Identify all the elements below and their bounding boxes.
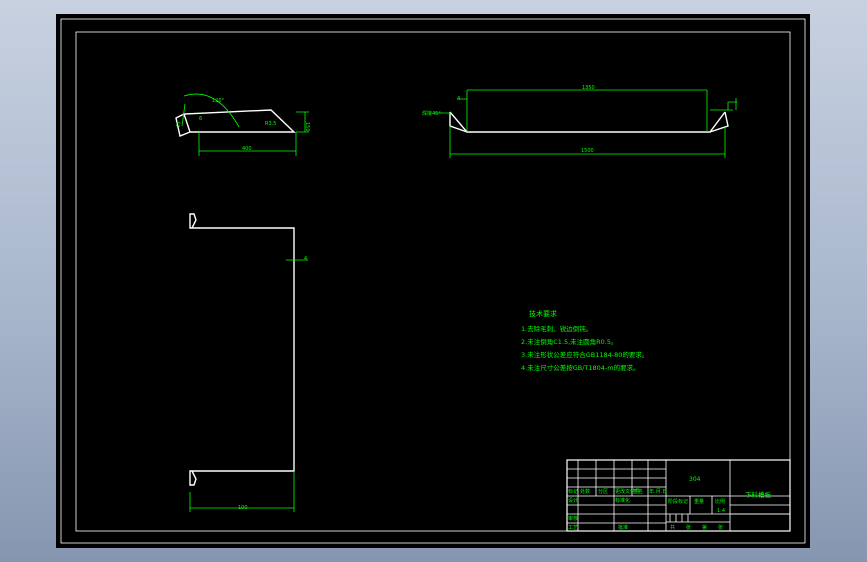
scale-value: 1:4 bbox=[717, 508, 725, 514]
angle-label: 焊接45° bbox=[422, 110, 441, 117]
drawing-sheet: 120° 15 6 R3.5 150 400 焊接45° 4 1350 1500… bbox=[56, 14, 810, 548]
sheet-unit-1: 张 bbox=[686, 524, 691, 531]
bottom-dim-text: 1500 bbox=[581, 148, 594, 154]
row-label-1: 标记 bbox=[568, 488, 578, 495]
scale-label: 比例 bbox=[715, 498, 725, 505]
weight-label: 重量 bbox=[694, 498, 704, 505]
width-dim-line bbox=[198, 132, 297, 156]
material-text: 304 bbox=[689, 476, 701, 483]
sheet-total: 共 bbox=[670, 524, 675, 531]
role-design: 设计 bbox=[568, 497, 578, 504]
side-view-body bbox=[198, 227, 295, 472]
bend-label: R3.5 bbox=[265, 121, 276, 127]
top-dim-text: 1350 bbox=[582, 85, 595, 91]
cad-drawing: 120° 15 6 R3.5 150 400 焊接45° 4 1350 1500… bbox=[60, 18, 806, 544]
thickness-label: 4 bbox=[304, 256, 307, 262]
tech-requirements: 技术要求 1.去除毛刺、锐边倒钝。 2.未注倒角C1.5,未注圆角R0.5。 3… bbox=[521, 309, 648, 372]
row-label-2: 处数 bbox=[580, 488, 590, 495]
tech-item-1: 1.去除毛刺、锐边倒钝。 bbox=[521, 324, 592, 333]
row-label-3: 分区 bbox=[598, 488, 608, 495]
role-review: 审核 bbox=[568, 515, 578, 522]
grid-cols bbox=[577, 460, 667, 531]
tech-item-3: 3.未注形状公差应符合GB1184-80的要求。 bbox=[521, 350, 648, 359]
thickness-label: 4 bbox=[457, 96, 460, 102]
small-dim-left: 15 bbox=[175, 121, 182, 129]
angle-label: 120° bbox=[212, 98, 225, 104]
sheet-num: 第 bbox=[702, 524, 707, 531]
stage-label: 阶段标记 bbox=[668, 498, 688, 505]
inner-border bbox=[75, 31, 791, 532]
width-dim-text: 400 bbox=[242, 146, 252, 152]
row-label-5: 签名 bbox=[633, 488, 643, 495]
front-view: 焊接45° 4 1350 1500 bbox=[422, 85, 737, 158]
height-dim-text: 150 bbox=[304, 122, 310, 132]
tech-item-2: 2.未注倒角C1.5,未注圆角R0.5。 bbox=[521, 337, 618, 346]
top-dim-line bbox=[466, 89, 708, 132]
side-view-top-lip bbox=[189, 213, 198, 229]
role-process: 工艺 bbox=[568, 525, 578, 531]
right-grid bbox=[666, 460, 790, 531]
row-label-6: 年.月.日 bbox=[649, 488, 667, 495]
side-view: 4 100 bbox=[189, 213, 308, 512]
part-name: 下料槽板 bbox=[745, 490, 772, 499]
top-view: 120° 15 6 R3.5 150 400 bbox=[175, 93, 310, 156]
tech-title: 技术要求 bbox=[529, 309, 557, 318]
thickness-leaders bbox=[457, 98, 737, 111]
std-label: 标准化 bbox=[615, 497, 630, 504]
width-dim-text: 100 bbox=[238, 505, 248, 511]
tech-item-4: 4.未注尺寸公差按GB/T1804-m的要求。 bbox=[521, 363, 640, 372]
front-view-ends bbox=[449, 111, 729, 133]
approve-label: 批准 bbox=[618, 524, 628, 531]
side-view-bottom-lip bbox=[189, 470, 198, 486]
title-block: 标记 处数 分区 更改文件号 签名 年.月.日 设计 标准化 审核 工艺 批准 … bbox=[566, 459, 791, 532]
front-view-outline bbox=[449, 111, 726, 133]
small-dim-mid: 6 bbox=[199, 116, 202, 122]
outer-border bbox=[60, 18, 806, 544]
sheet-unit-2: 张 bbox=[718, 524, 723, 531]
